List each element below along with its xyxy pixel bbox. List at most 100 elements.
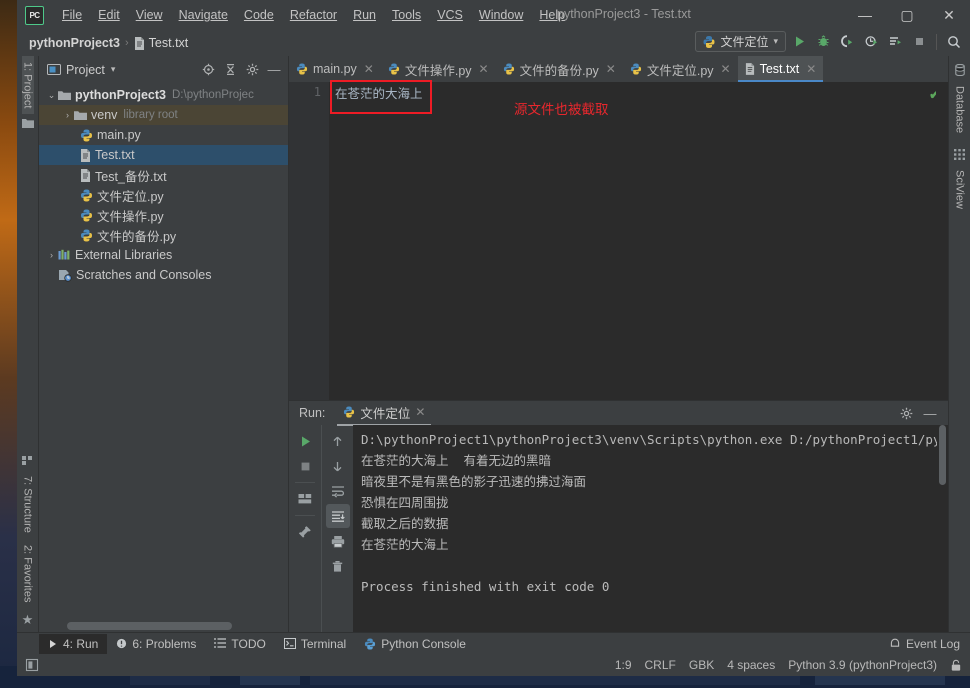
run-with-coverage-button[interactable] [837,31,858,52]
sidebar-item-structure[interactable]: 7: Structure [22,470,34,539]
tab-file-locate-py[interactable]: 文件定位.py ✕ [623,56,738,82]
project-file-tree[interactable]: ⌄ pythonProject3 D:\pythonProjec › venv … [39,83,288,620]
tab-close-icon[interactable]: ✕ [806,62,816,76]
lock-icon[interactable] [950,659,962,672]
chevron-right-icon[interactable]: › [45,250,58,260]
run-tab-close-icon[interactable]: ✕ [415,405,425,419]
tool-button-run[interactable]: 4: Run [39,633,108,654]
tree-node-file-operation-py[interactable]: 文件操作.py [39,205,288,225]
sidebar-item-favorites[interactable]: 2: Favorites [22,539,34,608]
menu-bar: PC File Edit View Navigate Code Refactor… [17,0,970,30]
tab-main-py[interactable]: main.py ✕ [289,56,381,82]
tree-node-pythonproject3[interactable]: ⌄ pythonProject3 D:\pythonProjec [39,85,288,105]
sidebar-item-project[interactable]: 1: Project [21,56,34,115]
tab-close-icon[interactable]: ✕ [364,62,374,76]
editor-code-view[interactable]: 1 在苍茫的大海上 源文件也被截取 ✔ [289,80,948,400]
caret-position[interactable]: 1:9 [615,658,632,672]
previous-occurrence-button[interactable] [326,429,350,453]
menu-code[interactable]: Code [236,4,282,26]
settings-gear-icon[interactable] [896,403,916,423]
project-horizontal-scrollbar[interactable] [39,620,288,632]
console-line-5: 在苍茫的大海上 [361,537,449,552]
pin-icon[interactable] [293,520,317,544]
locate-file-icon[interactable] [198,60,218,80]
chevron-down-icon[interactable]: ⌄ [45,90,58,101]
chevron-right-icon[interactable]: › [61,110,74,120]
collapse-all-icon[interactable] [220,60,240,80]
tree-node-label: External Libraries [75,248,173,262]
breadcrumb-project[interactable]: pythonProject3 [29,36,120,50]
run-tab-file-locate[interactable]: 文件定位 ✕ [337,401,432,426]
event-log-button[interactable]: Event Log [889,637,960,651]
stop-button[interactable] [909,31,930,52]
soft-wrap-button[interactable] [326,479,350,503]
run-button[interactable] [789,31,810,52]
scrollbar-thumb[interactable] [67,622,232,630]
file-encoding[interactable]: GBK [689,658,714,672]
line-separator[interactable]: CRLF [645,658,676,672]
minimize-button[interactable]: — [844,0,886,30]
menu-edit[interactable]: Edit [90,4,128,26]
menu-tools[interactable]: Tools [384,4,429,26]
tab-close-icon[interactable]: ✕ [721,62,731,76]
indent-setting[interactable]: 4 spaces [727,658,775,672]
close-button[interactable]: ✕ [928,0,970,30]
right-tool-rail: Database SciView [948,56,970,632]
menu-navigate-label: Navigate [178,8,228,22]
editor-text-area[interactable]: 在苍茫的大海上 源文件也被截取 ✔ [329,80,948,400]
editor-vertical-scrollbar[interactable] [936,82,948,400]
menu-window[interactable]: Window [471,4,531,26]
tree-node-external-libraries[interactable]: › External Libraries [39,245,288,265]
python-interpreter[interactable]: Python 3.9 (pythonProject3) [788,658,937,672]
next-occurrence-button[interactable] [326,454,350,478]
menu-run[interactable]: Run [345,4,384,26]
sidebar-item-database[interactable]: Database [954,80,966,139]
menu-view[interactable]: View [128,4,171,26]
tree-node-file-locate-py[interactable]: 文件定位.py [39,185,288,205]
breadcrumb-file[interactable]: Test.txt [149,36,189,50]
menu-file[interactable]: File [54,4,90,26]
tab-close-icon[interactable]: ✕ [606,62,616,76]
trash-icon[interactable] [326,554,350,578]
tool-button-todo[interactable]: TODO [205,634,274,654]
tab-test-txt[interactable]: Test.txt ✕ [737,56,824,82]
tree-node-test-txt[interactable]: Test.txt [39,145,288,165]
tab-close-icon[interactable]: ✕ [479,62,489,76]
tree-node-main-py[interactable]: main.py [39,125,288,145]
console-line-7: Process finished with exit code 0 [361,579,610,594]
chevron-down-icon[interactable]: ▾ [111,64,116,75]
settings-gear-icon[interactable] [242,60,262,80]
hide-panel-icon[interactable]: — [264,60,284,80]
tree-node-test-backup-txt[interactable]: Test_备份.txt [39,165,288,185]
hide-panel-icon[interactable]: — [920,403,940,423]
run-configuration-selector[interactable]: 文件定位 ▾ [695,31,786,52]
scroll-to-end-button[interactable] [325,504,350,528]
sidebar-item-sciview[interactable]: SciView [954,164,966,215]
menu-refactor[interactable]: Refactor [282,4,345,26]
tree-node-scratches-and-consoles[interactable]: Scratches and Consoles [39,265,288,285]
printer-icon[interactable] [326,529,350,553]
tool-button-problems[interactable]: 6: Problems [107,634,205,654]
tab-file-operation-py[interactable]: 文件操作.py ✕ [381,56,496,82]
profile-button[interactable] [861,31,882,52]
tool-button-terminal[interactable]: Terminal [275,634,355,654]
tool-button-python-console[interactable]: Python Console [355,634,475,654]
maximize-button[interactable]: ▢ [886,0,928,30]
tab-file-backup-py[interactable]: 文件的备份.py ✕ [496,56,623,82]
tree-node-file-backup-py[interactable]: 文件的备份.py [39,225,288,245]
debug-button[interactable] [813,31,834,52]
python-icon [364,637,376,650]
run-dashboard-button[interactable] [885,31,906,52]
stop-button[interactable] [293,454,317,478]
console-vertical-scrollbar[interactable] [937,425,948,632]
layout-button[interactable] [293,487,317,511]
rerun-button[interactable] [293,429,317,453]
menu-navigate[interactable]: Navigate [171,4,236,26]
search-everywhere-button[interactable] [943,31,964,52]
nav-toolbar: 文件定位 ▾ [695,31,964,52]
menu-vcs[interactable]: VCS [429,4,471,26]
hide-toolwindows-icon[interactable] [25,658,39,672]
run-console-output[interactable]: D:\pythonProject1\pythonProject3\venv\Sc… [353,425,948,632]
tree-node-label: 文件操作.py [97,209,164,224]
tree-node-venv[interactable]: › venv library root [39,105,288,125]
